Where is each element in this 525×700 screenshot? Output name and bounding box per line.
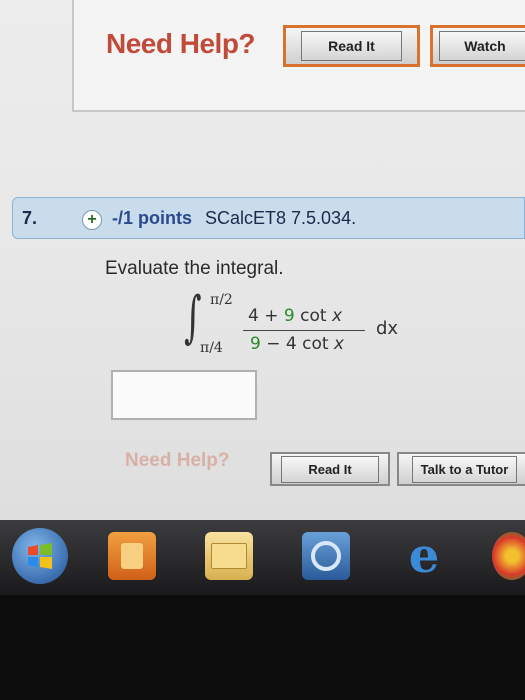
read-it-button[interactable]: Read It [283, 25, 420, 67]
question-points: -/1 points [112, 208, 192, 228]
integrand-numerator: 4 + 9 cot x [248, 306, 342, 326]
fraction-bar [243, 330, 365, 331]
read-it-button-bottom[interactable]: Read It [270, 452, 390, 486]
windows-start-icon[interactable] [12, 528, 68, 584]
question-code[interactable]: SCalcET8 7.5.034. [205, 208, 356, 229]
watch-label: Watch [439, 31, 525, 61]
integrand-denominator: 9 − 4 cot x [250, 334, 344, 354]
watch-button[interactable]: Watch [430, 25, 525, 67]
answer-input[interactable] [111, 370, 257, 420]
expand-plus-icon[interactable]: + [82, 210, 102, 230]
lower-limit: π/4 [200, 340, 223, 356]
question-prompt: Evaluate the integral. [105, 258, 284, 279]
file-explorer-icon[interactable] [205, 532, 253, 580]
question-number: 7. [22, 208, 38, 228]
need-help-label: Need Help? [106, 28, 256, 59]
upper-limit: π/2 [210, 292, 233, 308]
need-help-label-bottom: Need Help? [125, 450, 230, 471]
integral-sign-icon: ∫ [184, 285, 202, 350]
media-player-icon[interactable] [108, 532, 156, 580]
chrome-icon[interactable] [302, 532, 350, 580]
talk-to-tutor-label: Talk to a Tutor [411, 455, 518, 483]
read-it-label-bottom: Read It [281, 455, 379, 483]
read-it-label: Read It [301, 31, 402, 61]
talk-to-tutor-button[interactable]: Talk to a Tutor [397, 452, 525, 486]
internet-explorer-icon[interactable]: e [400, 532, 448, 580]
chrome-browser-icon[interactable] [492, 532, 525, 580]
browser-viewport: Need Help? Read It Watch 7. + -/1 points… [0, 0, 525, 520]
differential: dx [376, 318, 399, 339]
